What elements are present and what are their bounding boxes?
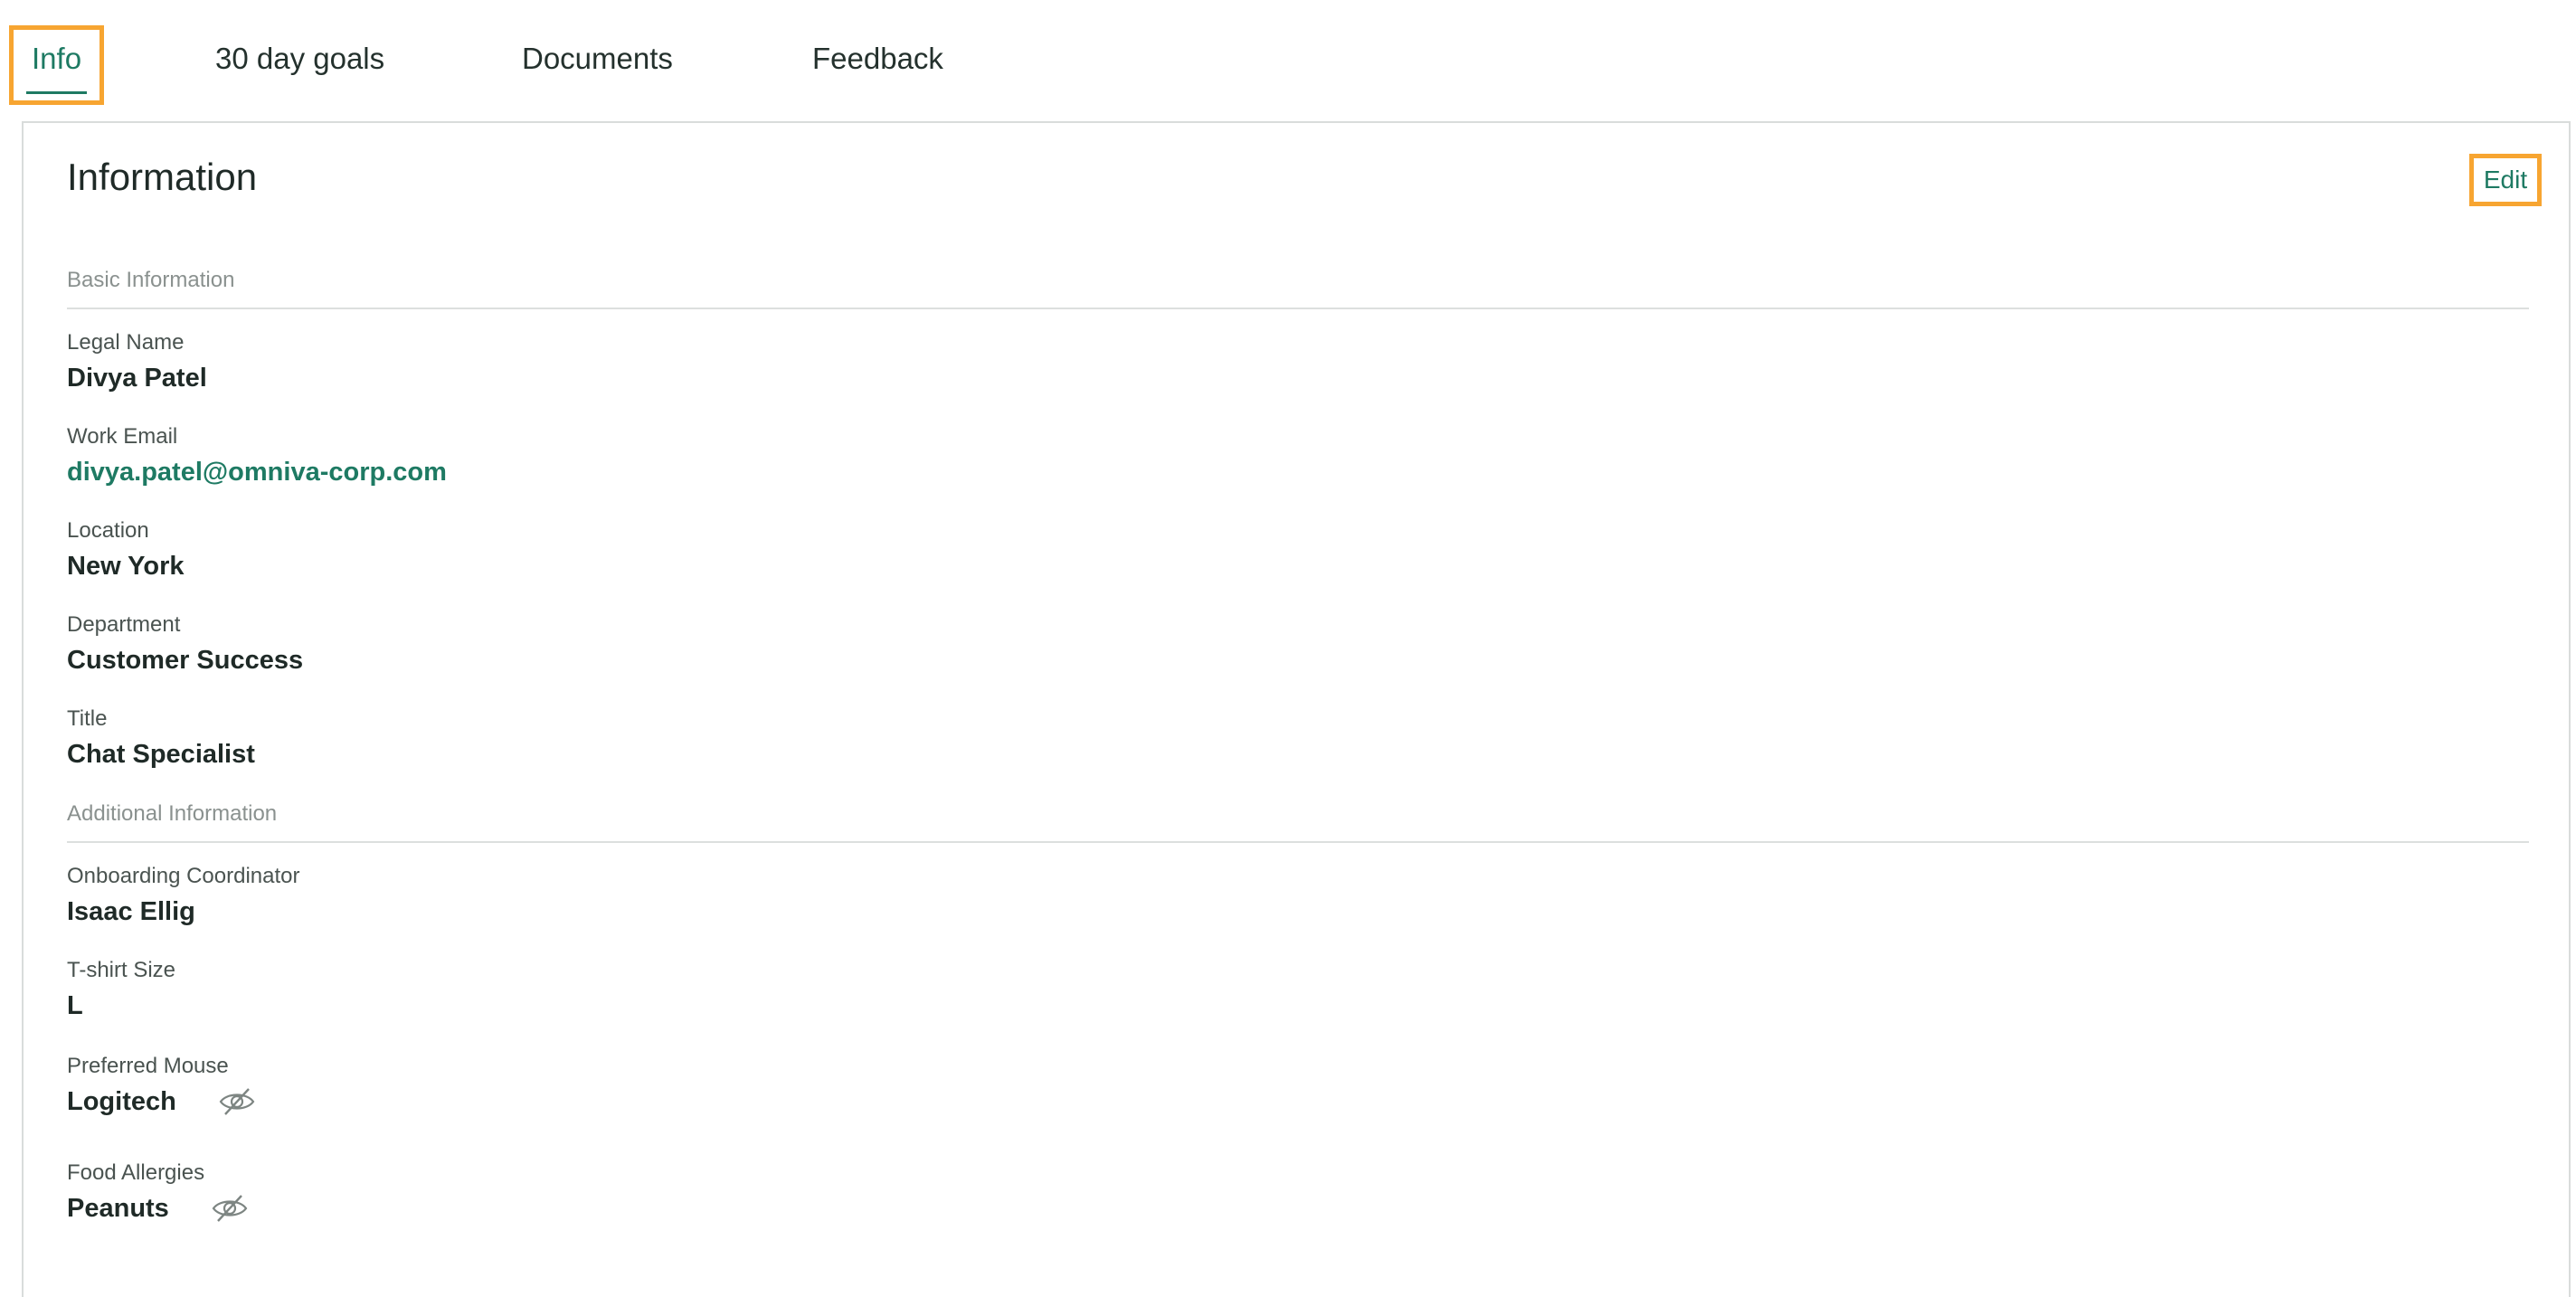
field-value: divya.patel@omniva-corp.com bbox=[67, 454, 447, 490]
field-label: T-shirt Size bbox=[67, 958, 176, 982]
field-label: Onboarding Coordinator bbox=[67, 864, 300, 888]
tab-30-day-goals-label: 30 day goals bbox=[215, 42, 385, 75]
card-title: Information bbox=[67, 156, 258, 198]
eye-slash-icon[interactable] bbox=[211, 1192, 249, 1225]
field-value: New York bbox=[67, 552, 185, 581]
information-card: Information Edit Basic Information Legal… bbox=[22, 121, 2571, 1297]
active-tab-underline bbox=[26, 91, 88, 94]
field-value: L bbox=[67, 991, 83, 1020]
tab-feedback[interactable]: Feedback bbox=[812, 25, 943, 105]
field-value: Isaac Ellig bbox=[67, 897, 195, 926]
tab-documents-label: Documents bbox=[522, 42, 673, 75]
field-label: Department bbox=[67, 612, 181, 637]
field-value: Divya Patel bbox=[67, 364, 207, 393]
field-value-text: Peanuts bbox=[67, 1194, 169, 1223]
tab-documents[interactable]: Documents bbox=[522, 25, 673, 105]
field-label: Legal Name bbox=[67, 330, 185, 355]
field-value: Peanuts bbox=[67, 1190, 249, 1226]
section-additional-information: Additional Information bbox=[67, 801, 278, 826]
field-food-allergies: Food Allergies Peanuts bbox=[67, 1160, 249, 1226]
tab-info-label: Info bbox=[32, 42, 82, 75]
tab-30-day-goals[interactable]: 30 day goals bbox=[215, 25, 384, 105]
field-tshirt-size: T-shirt Size L bbox=[67, 957, 175, 1024]
section-basic-information: Basic Information bbox=[67, 268, 235, 292]
tab-bar: Info 30 day goals Documents Feedback bbox=[0, 0, 2576, 119]
section-divider bbox=[67, 841, 2529, 843]
field-label: Work Email bbox=[67, 424, 178, 449]
field-label: Title bbox=[67, 706, 108, 731]
edit-button[interactable]: Edit bbox=[2469, 154, 2542, 206]
field-label: Preferred Mouse bbox=[67, 1054, 229, 1078]
field-legal-name: Legal Name Divya Patel bbox=[67, 329, 207, 396]
field-label: Location bbox=[67, 518, 149, 543]
field-preferred-mouse: Preferred Mouse Logitech bbox=[67, 1053, 256, 1120]
work-email-link[interactable]: divya.patel@omniva-corp.com bbox=[67, 454, 447, 490]
field-title: Title Chat Specialist bbox=[67, 705, 255, 772]
field-value: Customer Success bbox=[67, 646, 304, 675]
field-onboarding-coordinator: Onboarding Coordinator Isaac Ellig bbox=[67, 863, 300, 930]
eye-slash-icon[interactable] bbox=[218, 1085, 256, 1118]
field-value-text: Logitech bbox=[67, 1087, 176, 1116]
field-label: Food Allergies bbox=[67, 1160, 205, 1185]
field-location: Location New York bbox=[67, 517, 184, 584]
field-work-email: Work Email divya.patel@omniva-corp.com bbox=[67, 423, 447, 490]
field-value: Logitech bbox=[67, 1084, 256, 1120]
section-divider bbox=[67, 308, 2529, 309]
field-department: Department Customer Success bbox=[67, 611, 303, 678]
tab-feedback-label: Feedback bbox=[812, 42, 943, 75]
field-value: Chat Specialist bbox=[67, 740, 255, 769]
tab-info[interactable]: Info bbox=[9, 25, 105, 105]
